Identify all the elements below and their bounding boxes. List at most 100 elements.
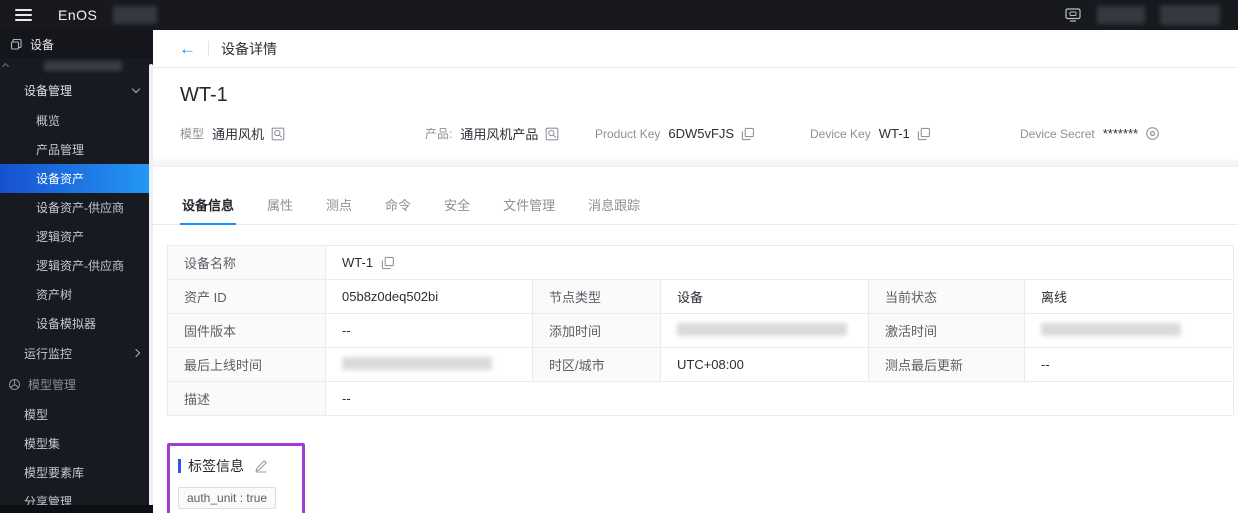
tag-chip: auth_unit : true [178,487,277,509]
menu-icon[interactable] [0,9,46,21]
eye-icon[interactable] [1145,126,1160,141]
section-title-bar [178,459,181,473]
device-meta-row: 模型 通用风机 产品: 通用风机产品 Product Key 6DW5vFJS … [180,124,1214,143]
cell-value-redacted [1023,313,1235,348]
meta-model: 模型 通用风机 [180,124,425,143]
meta-device-key: Device Key WT-1 [810,126,1020,141]
cell-label: 设备名称 [167,245,326,280]
sidebar-group-device-management[interactable]: 设备管理 [0,74,153,106]
redacted-text [342,356,492,370]
annotation-highlight-box: 标签信息 auth_unit : true [167,443,306,513]
sidebar-item-model[interactable]: 模型 [0,400,153,429]
redacted-text [1160,5,1220,25]
tags-title: 标签信息 [188,458,244,474]
view-icon[interactable] [545,127,559,141]
cell-label: 当前状态 [868,279,1025,314]
cell-label: 添加时间 [532,313,661,348]
tab-message-tracking[interactable]: 消息跟踪 [586,187,642,224]
chevron-down-icon [131,84,141,93]
device-info-table: 设备名称 WT-1 资产 ID 05b8z0deq502bi 节点类型 设备 当… [167,245,1235,416]
sidebar-item-runtime-monitoring[interactable]: 运行监控 [0,338,153,368]
sidebar-item-overview[interactable]: 概览 [0,106,153,135]
copy-icon[interactable] [741,127,755,141]
page-header: ← 设备详情 [153,30,1238,68]
tab-attributes[interactable]: 属性 [265,187,295,224]
table-row: 固件版本 -- 添加时间 激活时间 [167,313,1235,348]
topbar-right [1064,5,1238,25]
redacted-text [677,322,847,336]
cell-label: 时区/城市 [532,347,661,382]
section-divider [153,159,1238,167]
cell-value: -- [325,313,533,348]
cell-value-redacted [325,347,533,382]
tab-file-management[interactable]: 文件管理 [501,187,557,224]
cell-value: WT-1 [324,245,1235,280]
header-divider [208,41,209,56]
edit-pencil-icon[interactable] [254,459,268,473]
device-header: WT-1 模型 通用风机 产品: 通用风机产品 Product Key 6DW5… [153,68,1238,159]
chevron-icon [1,62,10,70]
cell-value: UTC+08:00 [660,347,869,382]
device-module-icon [10,38,23,51]
status-value: 离线 [1023,279,1235,314]
copy-icon[interactable] [381,256,395,270]
chevron-right-icon [131,348,141,358]
cell-label: 激活时间 [868,313,1025,348]
brand-logo: EnOS [58,7,98,23]
sidebar-header-label: 设备 [30,37,55,52]
model-module-icon [8,378,21,391]
sidebar-item-device-assets[interactable]: 设备资产 [0,164,153,193]
copy-icon[interactable] [917,127,931,141]
sidebar-item-product-management[interactable]: 产品管理 [0,135,153,164]
sidebar-item-asset-tree[interactable]: 资产树 [0,280,153,309]
cell-label: 固件版本 [167,313,326,348]
app-root: EnOS 设备 设备管理 概览 产品管理 设备资产 设备资产-供应商 逻辑资产 … [0,0,1238,513]
redacted-text [44,61,122,71]
sidebar-item-model-element-library[interactable]: 模型要素库 [0,458,153,487]
cell-label: 测点最后更新 [868,347,1025,382]
cell-label: 节点类型 [532,279,661,314]
cell-value: 05b8z0deq502bi [325,279,533,314]
sidebar-item-logical-assets[interactable]: 逻辑资产 [0,222,153,251]
sidebar-item-device-simulator[interactable]: 设备模拟器 [0,309,153,338]
tab-commands[interactable]: 命令 [383,187,413,224]
sidebar-bottom-strip [0,505,153,513]
tab-device-info[interactable]: 设备信息 [180,187,237,225]
meta-product-key: Product Key 6DW5vFJS [595,126,810,141]
meta-product: 产品: 通用风机产品 [425,124,595,143]
tab-security[interactable]: 安全 [442,187,472,224]
sidebar-scrollbar[interactable] [149,64,153,506]
table-row: 资产 ID 05b8z0deq502bi 节点类型 设备 当前状态 离线 [167,279,1235,314]
page-title: 设备详情 [221,40,277,57]
view-icon[interactable] [271,127,285,141]
sidebar-item-device-assets-supplier[interactable]: 设备资产-供应商 [0,193,153,222]
cell-value: 设备 [660,279,869,314]
sidebar-collapsed-item [0,58,153,74]
sidebar-item-model-set[interactable]: 模型集 [0,429,153,458]
monitor-icon[interactable] [1064,7,1082,23]
cell-label: 最后上线时间 [167,347,326,382]
tags-section: 标签信息 auth_unit : true [167,443,306,513]
tab-measure-points[interactable]: 测点 [324,187,354,224]
table-row: 描述 -- [167,381,1235,416]
back-button[interactable]: ← [179,40,196,57]
meta-device-secret: Device Secret ******* [1020,126,1160,141]
cell-value: -- [324,381,1235,416]
redacted-text [113,6,158,24]
cell-label: 描述 [167,381,326,416]
sidebar-header: 设备 [0,30,153,58]
tags-header: 标签信息 [178,456,276,476]
cell-label: 资产 ID [167,279,326,314]
sidebar: 设备 设备管理 概览 产品管理 设备资产 设备资产-供应商 逻辑资产 逻辑资产-… [0,30,153,513]
topbar: EnOS [0,0,1238,30]
device-name: WT-1 [180,84,228,106]
redacted-text [1041,322,1181,336]
main-content: ← 设备详情 WT-1 模型 通用风机 产品: 通用风机产品 Product K… [153,30,1238,513]
redacted-text [1097,6,1145,24]
table-row: 设备名称 WT-1 [167,245,1235,280]
sidebar-section-model-management[interactable]: 模型管理 [0,368,153,400]
cell-value-redacted [660,313,869,348]
tab-bar: 设备信息 属性 测点 命令 安全 文件管理 消息跟踪 [153,187,1238,225]
sidebar-item-logical-assets-supplier[interactable]: 逻辑资产-供应商 [0,251,153,280]
cell-value: -- [1023,347,1235,382]
